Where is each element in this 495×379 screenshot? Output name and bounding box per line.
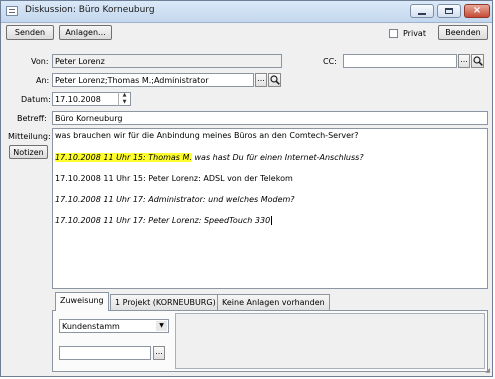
message-line: was brauchen wir für die Anbindung meine…	[55, 131, 359, 140]
cc-field[interactable]	[343, 54, 457, 68]
assignment-lookup-field[interactable]	[59, 346, 151, 360]
minimize-button[interactable]	[410, 4, 434, 18]
cc-browse-button[interactable]: ...	[458, 54, 470, 68]
send-button[interactable]: Senden	[6, 25, 54, 40]
tab-assignment[interactable]: Zuweisung	[55, 292, 109, 311]
window-app-icon	[6, 6, 18, 16]
highlighted-text: 17.10.2008 11 Uhr 15: Thomas M.	[55, 153, 192, 162]
window-title: Diskussion: Büro Korneuburg	[25, 5, 155, 15]
magnifier-icon	[270, 75, 280, 85]
date-label: Datum:	[21, 95, 51, 104]
magnifier-icon	[473, 56, 483, 66]
discussion-window: Diskussion: Büro Korneuburg × Senden Anl…	[0, 0, 493, 377]
assignment-browse-button[interactable]: ...	[153, 346, 165, 360]
message-line: 17.10.2008 11 Uhr 17: Peter Lorenz: Spee…	[55, 216, 273, 225]
private-label: Privat	[403, 29, 426, 38]
resize-grip-icon[interactable]: ◢	[485, 367, 490, 374]
tab-attachments[interactable]: Keine Anlagen vorhanden	[217, 294, 330, 310]
message-line: 17.10.2008 11 Uhr 17: Administrator: und…	[55, 195, 295, 204]
minimize-icon	[418, 12, 426, 15]
maximize-icon	[445, 8, 453, 14]
text-cursor	[271, 216, 273, 225]
close-icon: ×	[472, 5, 482, 16]
combo-value: Kundenstamm	[62, 322, 120, 331]
from-field: Peter Lorenz	[52, 54, 282, 68]
maximize-button[interactable]	[437, 4, 461, 18]
assignment-type-combo[interactable]: Kundenstamm ▼	[59, 319, 169, 333]
assignment-details-pane	[175, 313, 485, 369]
tab-project[interactable]: 1 Projekt (KORNEUBURG)	[110, 294, 221, 310]
message-line-text: 17.10.2008 11 Uhr 17: Peter Lorenz: Spee…	[55, 216, 271, 225]
message-body[interactable]: was brauchen wir für die Anbindung meine…	[52, 128, 488, 289]
chevron-down-icon[interactable]: ▼	[156, 321, 167, 331]
private-checkbox[interactable]	[389, 29, 398, 38]
subject-field[interactable]: Büro Korneuburg	[52, 111, 488, 125]
close-button[interactable]: ×	[464, 4, 490, 18]
to-field[interactable]: Peter Lorenz;Thomas M.;Administrator	[52, 73, 254, 87]
cc-label: CC:	[323, 57, 337, 66]
assignment-panel: Kundenstamm ▼ ...	[52, 310, 488, 372]
to-lookup-button[interactable]	[268, 73, 281, 87]
spin-up-icon[interactable]: ▲	[119, 92, 130, 99]
to-browse-button[interactable]: ...	[255, 73, 267, 87]
message-line: 17.10.2008 11 Uhr 15: Thomas M. was hast…	[55, 153, 364, 162]
attachments-button[interactable]: Anlagen...	[59, 25, 112, 40]
cc-lookup-button[interactable]	[471, 54, 484, 68]
spin-down-icon[interactable]: ▼	[119, 99, 130, 106]
date-spinner[interactable]: ▲ ▼	[118, 92, 130, 106]
message-label: Mitteilung:	[8, 132, 51, 141]
title-bar[interactable]: Diskussion: Büro Korneuburg ×	[1, 1, 492, 23]
to-label: An:	[36, 76, 50, 85]
from-label: Von:	[31, 57, 49, 66]
exit-button[interactable]: Beenden	[438, 25, 488, 40]
message-line: 17.10.2008 11 Uhr 15: Peter Lorenz: ADSL…	[55, 174, 293, 183]
message-line-rest: was hast Du für einen Internet-Anschluss…	[191, 153, 364, 162]
subject-label: Betreff:	[17, 114, 47, 123]
notes-button[interactable]: Notizen	[9, 145, 48, 159]
